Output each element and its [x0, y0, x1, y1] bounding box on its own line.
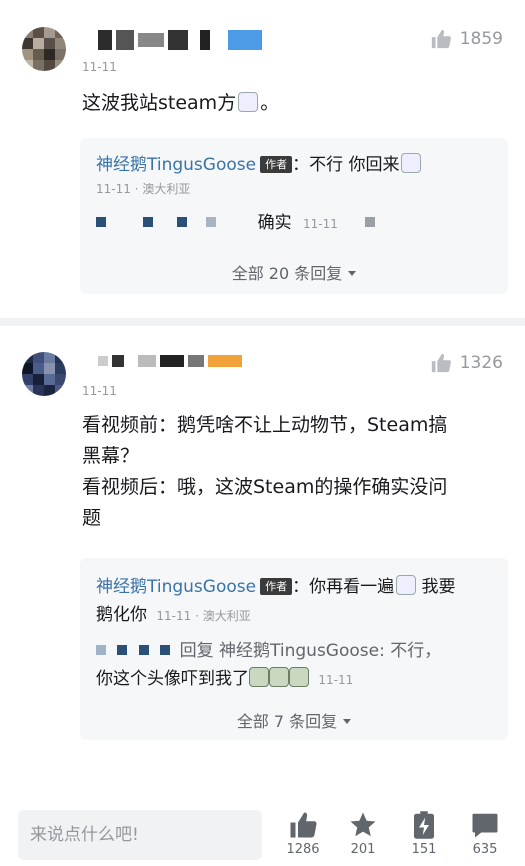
comment-item-2: 11-11 1326 看视频前：鹅凭啥不让上动物节，Steam搞 黑幕？ 看视频… [0, 326, 525, 796]
comment-item-1: 11-11 1859 这波我站steam方。 神经鹅TingusGoose 作者：… [0, 0, 525, 330]
comment-date: 11-11 [82, 384, 117, 398]
like-count: 1326 [459, 353, 503, 373]
view-all-replies[interactable]: 全部 7 条回复 [80, 708, 508, 732]
reply-line[interactable]: 确实 11-11 [96, 208, 376, 233]
like-button[interactable]: 1286 [278, 810, 328, 857]
comment-like[interactable]: 1326 [430, 352, 503, 374]
thumbs-up-icon [290, 812, 317, 838]
author-badge: 作者 [260, 578, 293, 595]
username-pixelated[interactable] [98, 350, 242, 372]
reply-author-name[interactable]: 神经鹅TingusGoose [96, 577, 256, 597]
emoji-icon [269, 667, 289, 687]
avatar[interactable] [22, 27, 66, 71]
comment-text: 看视频前：鹅凭啥不让上动物节，Steam搞 黑幕？ 看视频后：哦，这波Steam… [82, 414, 448, 529]
username-pixelated [96, 645, 106, 655]
reply-line: 你这个头像吓到我了 11-11 [96, 667, 354, 689]
reply-line[interactable]: 神经鹅TingusGoose 作者 ：不行 你回来 [96, 150, 422, 175]
battery-bolt-icon [414, 811, 434, 839]
divider [0, 318, 525, 326]
star-icon [350, 812, 376, 837]
chevron-down-icon [348, 271, 357, 276]
comment-input[interactable]: 来说点什么吧! [18, 810, 262, 860]
comment-count: 635 [472, 842, 498, 857]
comment-like[interactable]: 1859 [430, 28, 503, 50]
username-pixelated[interactable] [98, 29, 262, 51]
thumbs-up-icon [431, 353, 451, 373]
reply-meta: 11-11 · 澳大利亚 [96, 182, 191, 196]
reply-author-name[interactable]: 神经鹅TingusGoose [96, 155, 256, 175]
username-pixelated [96, 217, 106, 227]
charge-button[interactable]: 151 [399, 810, 449, 857]
emoji-icon [401, 153, 422, 173]
reply-box: 神经鹅TingusGoose 作者 ：你再看一遍 我要 鹅化你 11-11 · 澳大… [80, 558, 508, 740]
view-all-replies[interactable]: 全部 20 条回复 [80, 260, 508, 284]
emoji-icon [238, 92, 259, 112]
like-count: 1859 [459, 29, 503, 49]
comment-text: 这波我站steam方。 [82, 92, 280, 114]
chat-bubble-icon [472, 813, 498, 838]
reply-line[interactable]: 神经鹅TingusGoose 作者 ：你再看一遍 我要 [96, 572, 455, 597]
comment-button[interactable]: 635 [460, 810, 510, 857]
like-count: 1286 [286, 842, 320, 857]
charge-count: 151 [411, 842, 437, 857]
bottom-action-bar: 来说点什么吧! 1286 201 151 635 [0, 800, 525, 866]
chevron-down-icon [343, 719, 352, 724]
reply-box: 神经鹅TingusGoose 作者 ：不行 你回来 11-11 · 澳大利亚 确实 … [80, 138, 508, 294]
author-badge: 作者 [260, 156, 293, 173]
reply-line[interactable]: 回复 神经鹅TingusGoose: 不行， [96, 636, 441, 661]
thumbs-up-icon [431, 29, 451, 49]
emoji-icon [289, 667, 309, 687]
reply-line: 鹅化你 11-11 · 澳大利亚 [96, 605, 251, 625]
comment-date: 11-11 [82, 60, 117, 74]
favorite-count: 201 [350, 842, 376, 857]
avatar[interactable] [22, 352, 66, 396]
favorite-button[interactable]: 201 [338, 810, 388, 857]
emoji-icon [249, 667, 269, 687]
emoji-icon [396, 575, 417, 595]
